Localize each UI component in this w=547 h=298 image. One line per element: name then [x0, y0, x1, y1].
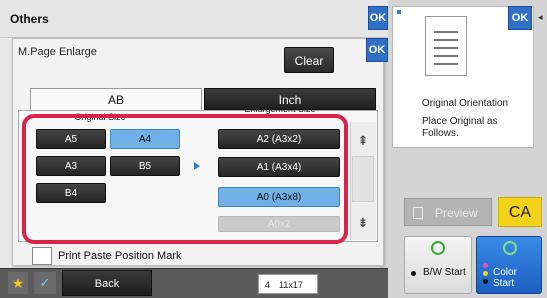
tab-ab[interactable]: AB: [30, 88, 202, 110]
scroll-track[interactable]: [352, 156, 374, 202]
check-icon[interactable]: ✓: [34, 272, 56, 294]
favorite-star-icon[interactable]: ★: [8, 272, 28, 294]
start-icon: [431, 241, 445, 255]
ok-button-others[interactable]: OK: [368, 6, 388, 30]
scroll-down-icon[interactable]: ⇟: [352, 212, 374, 234]
start-icon: [503, 241, 517, 255]
document-icon: [425, 16, 467, 76]
color-start-label: Color Start: [493, 267, 517, 289]
yellow-dot-icon: [483, 271, 488, 276]
magenta-dot-icon: [483, 263, 488, 268]
color-start-button[interactable]: Color Start: [476, 236, 542, 294]
bw-start-button[interactable]: B/W Start: [404, 236, 472, 294]
bw-dot-icon: [411, 271, 416, 276]
ok-button-orientation[interactable]: OK: [508, 6, 532, 30]
ca-button[interactable]: CA: [498, 197, 542, 227]
clear-button[interactable]: Clear: [284, 47, 334, 73]
back-button[interactable]: Back: [62, 270, 152, 296]
print-paste-label: Print Paste Position Mark: [58, 250, 182, 262]
enlargement-size-label: Enlargement Size: [244, 104, 316, 114]
ok-button-dialog[interactable]: OK: [366, 38, 388, 62]
print-paste-checkbox[interactable]: [32, 247, 52, 265]
paper-tray: 4: [265, 280, 271, 290]
orientation-marker-icon: [397, 10, 401, 14]
paper-size: 11x17: [279, 280, 303, 290]
preview-label: Preview: [435, 206, 478, 220]
page-title: Others: [10, 12, 49, 26]
scroll-up-icon[interactable]: ⇞: [352, 130, 374, 152]
bottom-bar: [0, 268, 388, 298]
bw-start-label: B/W Start: [423, 267, 466, 278]
highlight-frame: [22, 114, 348, 244]
preview-icon: [413, 207, 423, 219]
black-dot-icon: [483, 279, 488, 284]
orientation-note: Place Original as Follows.: [422, 116, 498, 139]
preview-button[interactable]: Preview: [404, 198, 492, 226]
collapse-arrow-icon[interactable]: ◂: [538, 12, 543, 23]
paper-status: 4 11x17: [258, 274, 318, 294]
dialog-title: M.Page Enlarge: [18, 46, 97, 58]
orientation-label: Original Orientation: [421, 98, 509, 109]
